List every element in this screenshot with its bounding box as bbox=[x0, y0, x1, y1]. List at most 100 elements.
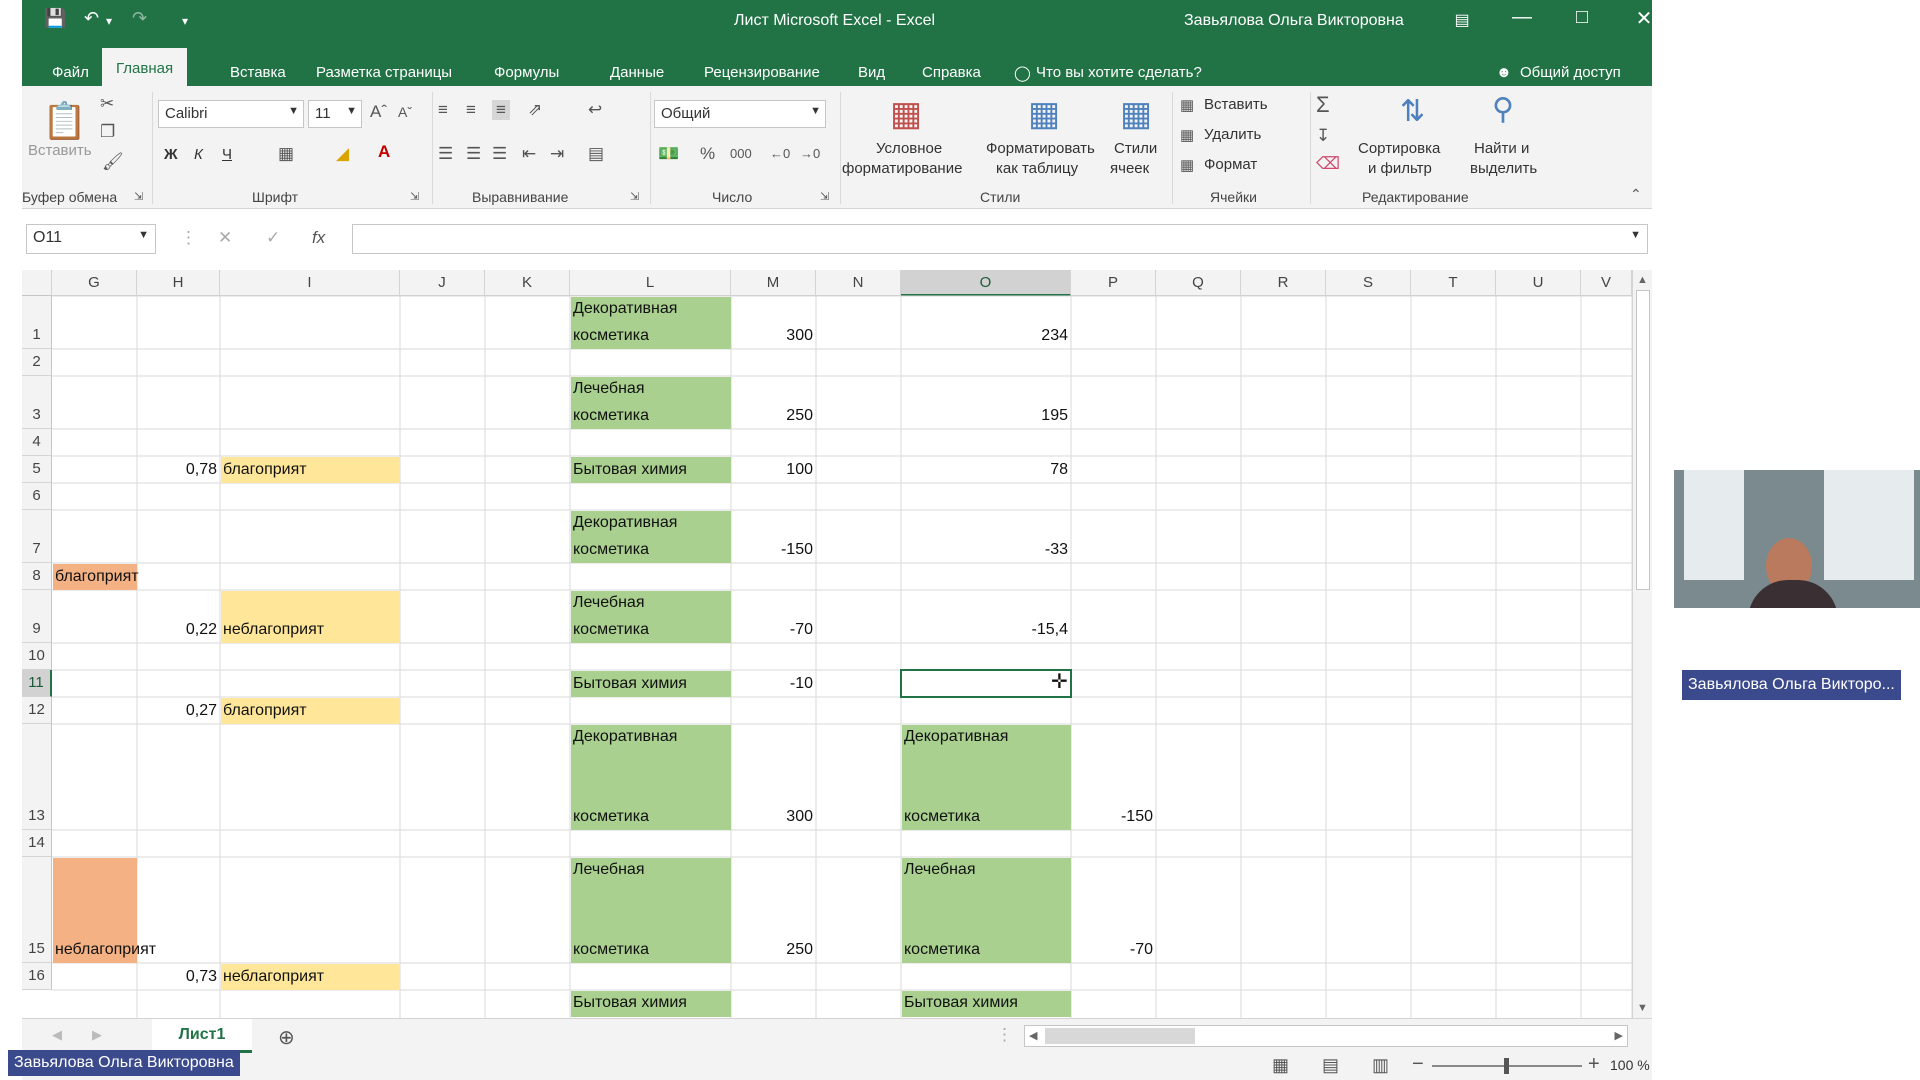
zoom-slider-thumb[interactable] bbox=[1504, 1058, 1509, 1074]
cell-h12[interactable]: 0,27 bbox=[137, 698, 220, 724]
paste-button[interactable]: Вставить bbox=[28, 142, 92, 159]
conditional-formatting-label-1[interactable]: Условное bbox=[876, 140, 942, 157]
zoom-level[interactable]: 100 % bbox=[1610, 1057, 1650, 1073]
vertical-scrollbar[interactable]: ▲ ▼ bbox=[1632, 270, 1652, 1018]
zoom-out-icon[interactable]: − bbox=[1412, 1053, 1424, 1076]
cell-l7a[interactable]: Декоративная bbox=[570, 510, 731, 536]
collapse-ribbon-icon[interactable]: ⌃ bbox=[1630, 186, 1642, 203]
cell-m5[interactable]: 100 bbox=[731, 457, 816, 483]
tab-view[interactable]: Вид bbox=[844, 52, 899, 86]
cell-l3a[interactable]: Лечебная bbox=[570, 376, 731, 402]
fill-color-icon[interactable]: ◢ bbox=[336, 144, 349, 164]
tab-home[interactable]: Главная bbox=[102, 48, 188, 86]
ribbon-display-icon[interactable]: ▤ bbox=[1442, 10, 1482, 30]
cell-l11[interactable]: Бытовая химия bbox=[570, 671, 731, 697]
cell-m13[interactable]: 300 bbox=[731, 804, 816, 830]
redo-icon[interactable]: ↷ bbox=[132, 8, 147, 29]
merge-center-icon[interactable]: ▤ bbox=[588, 144, 604, 164]
orientation-icon[interactable]: ⇗ bbox=[528, 100, 542, 120]
cell-l13b[interactable]: косметика bbox=[570, 804, 731, 830]
customize-toolbar-icon[interactable]: ▾ bbox=[182, 14, 188, 28]
sheet-tab-list1[interactable]: Лист1 bbox=[152, 1019, 252, 1053]
normal-view-icon[interactable]: ▦ bbox=[1272, 1055, 1289, 1076]
find-select-icon[interactable]: ⚲ bbox=[1492, 92, 1514, 127]
percent-icon[interactable]: % bbox=[700, 144, 715, 164]
font-launcher-icon[interactable]: ⇲ bbox=[410, 190, 419, 203]
page-layout-view-icon[interactable]: ▤ bbox=[1322, 1055, 1339, 1076]
cell-i12[interactable]: благоприят bbox=[220, 698, 400, 724]
cell-i5[interactable]: благоприят bbox=[220, 457, 400, 483]
number-launcher-icon[interactable]: ⇲ bbox=[820, 190, 829, 203]
cell-m1[interactable]: 300 bbox=[731, 323, 816, 349]
wrap-text-icon[interactable]: ↩ bbox=[588, 100, 602, 120]
tab-review[interactable]: Рецензирование bbox=[690, 52, 834, 86]
find-select-label-2[interactable]: выделить bbox=[1470, 160, 1537, 177]
cancel-icon[interactable]: ✕ bbox=[218, 228, 232, 248]
font-name-select[interactable]: Calibri ▼ bbox=[158, 100, 304, 128]
undo-dropdown-icon[interactable]: ▾ bbox=[106, 14, 112, 28]
cell-o13b[interactable]: косметика bbox=[901, 804, 1071, 830]
increase-indent-icon[interactable]: ⇥ bbox=[550, 144, 564, 164]
borders-icon[interactable]: ▦ bbox=[278, 144, 294, 164]
currency-icon[interactable]: 💵 bbox=[658, 144, 679, 164]
cell-l9b[interactable]: косметика bbox=[570, 617, 731, 643]
cell-o7[interactable]: -33 bbox=[901, 537, 1071, 563]
format-painter-icon[interactable]: 🖌 bbox=[102, 152, 124, 172]
cell-g15[interactable]: неблагоприят bbox=[52, 937, 156, 963]
cell-g8[interactable]: благоприят bbox=[52, 564, 139, 590]
cell-o17[interactable]: Бытовая химия bbox=[901, 990, 1071, 1016]
paste-icon[interactable]: 📋 bbox=[42, 100, 87, 142]
increase-decimal-icon[interactable]: ←0 bbox=[770, 146, 790, 161]
cell-l5[interactable]: Бытовая химия bbox=[570, 457, 731, 483]
scroll-thumb[interactable] bbox=[1636, 290, 1650, 590]
cell-m3[interactable]: 250 bbox=[731, 403, 816, 429]
close-icon[interactable]: ✕ bbox=[1624, 6, 1652, 31]
tab-data[interactable]: Данные bbox=[596, 52, 678, 86]
cell-l1b[interactable]: косметика bbox=[570, 323, 731, 349]
tab-help[interactable]: Справка bbox=[908, 52, 995, 86]
cell-i16[interactable]: неблагоприят bbox=[220, 964, 400, 990]
cell-h9[interactable]: 0,22 bbox=[137, 617, 220, 643]
tab-insert[interactable]: Вставка bbox=[216, 52, 300, 86]
cell-m15[interactable]: 250 bbox=[731, 937, 816, 963]
minimize-icon[interactable]: — bbox=[1502, 6, 1542, 29]
insert-function-icon[interactable]: fx bbox=[312, 228, 325, 248]
increase-font-icon[interactable]: Aˆ bbox=[370, 102, 387, 122]
format-as-table-label-2[interactable]: как таблицу bbox=[996, 160, 1078, 177]
sort-filter-icon[interactable]: ⇅ bbox=[1400, 94, 1425, 129]
cell-i9[interactable]: неблагоприят bbox=[220, 617, 400, 643]
cell-h16[interactable]: 0,73 bbox=[137, 964, 220, 990]
alignment-launcher-icon[interactable]: ⇲ bbox=[630, 190, 639, 203]
maximize-icon[interactable]: □ bbox=[1562, 6, 1602, 29]
thousands-icon[interactable]: 000 bbox=[730, 146, 752, 161]
align-center-icon[interactable]: ☰ bbox=[466, 144, 481, 164]
cell-l13a[interactable]: Декоративная bbox=[570, 724, 731, 750]
next-sheet-icon[interactable]: ▶ bbox=[92, 1027, 102, 1043]
tell-me-search[interactable]: Что вы хотите сделать? bbox=[1022, 52, 1216, 86]
align-middle-icon[interactable]: ≡ bbox=[466, 100, 476, 120]
zoom-slider[interactable] bbox=[1432, 1058, 1582, 1074]
user-name[interactable]: Завьялова Ольга Викторовна bbox=[1184, 12, 1404, 30]
format-cells-button[interactable]: Формат bbox=[1204, 156, 1257, 173]
conditional-formatting-icon[interactable]: ▦ bbox=[890, 94, 922, 134]
share-button[interactable]: Общий доступ bbox=[1506, 52, 1635, 86]
zoom-in-icon[interactable]: + bbox=[1588, 1053, 1600, 1076]
copy-icon[interactable]: ❐ bbox=[100, 122, 115, 142]
bold-button[interactable]: Ж bbox=[164, 146, 178, 163]
scroll-right-icon[interactable]: ▶ bbox=[1615, 1029, 1623, 1042]
italic-button[interactable]: К bbox=[194, 146, 203, 163]
name-box[interactable]: O11 ▼ bbox=[26, 224, 156, 254]
cell-l15b[interactable]: косметика bbox=[570, 937, 731, 963]
add-sheet-icon[interactable]: ⊕ bbox=[278, 1025, 295, 1050]
scroll-down-icon[interactable]: ▼ bbox=[1637, 1002, 1648, 1014]
scroll-left-icon[interactable]: ◀ bbox=[1029, 1029, 1037, 1042]
cell-l1a[interactable]: Декоративная bbox=[570, 296, 731, 322]
format-as-table-label-1[interactable]: Форматировать bbox=[986, 140, 1095, 157]
delete-cells-button[interactable]: Удалить bbox=[1204, 126, 1261, 143]
page-break-view-icon[interactable]: ▥ bbox=[1372, 1055, 1389, 1076]
fill-icon[interactable]: ↧ bbox=[1316, 126, 1330, 146]
delete-cells-icon[interactable]: ▦ bbox=[1180, 126, 1194, 144]
align-right-icon[interactable]: ☰ bbox=[492, 144, 507, 164]
insert-cells-button[interactable]: Вставить bbox=[1204, 96, 1268, 113]
cell-l17[interactable]: Бытовая химия bbox=[570, 990, 731, 1016]
